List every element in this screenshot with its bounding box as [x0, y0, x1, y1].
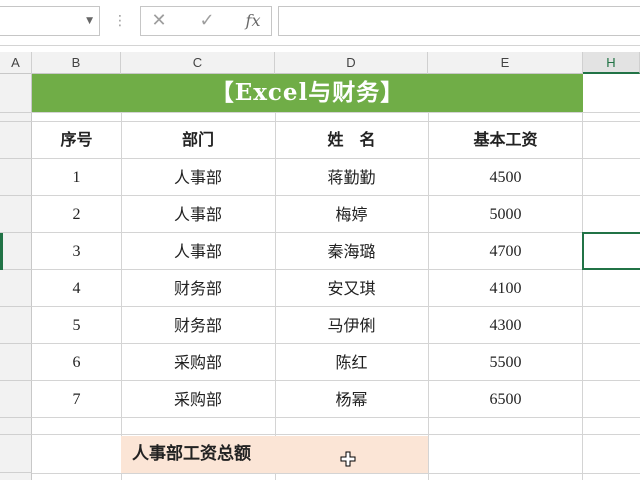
table-cell-salary[interactable]: 4300 [428, 307, 583, 344]
table-cell-department[interactable]: 人事部 [121, 159, 275, 196]
row-divider [0, 472, 32, 473]
header-base-salary[interactable]: 基本工资 [428, 122, 583, 158]
table-cell-index[interactable]: 2 [32, 196, 121, 233]
table-cell-index[interactable]: 7 [32, 381, 121, 418]
row-divider [0, 121, 32, 122]
formula-input[interactable] [278, 6, 640, 36]
selected-row-marker [0, 233, 3, 270]
chevron-down-icon[interactable]: ▼ [86, 16, 93, 26]
table-cell-salary[interactable]: 6500 [428, 381, 583, 418]
table-cell-department[interactable]: 采购部 [121, 344, 275, 381]
row-divider [0, 306, 32, 307]
table-cell-name[interactable]: 马伊俐 [275, 307, 428, 344]
cell-cursor-icon [340, 451, 356, 467]
row-divider [0, 112, 32, 113]
grip-icon[interactable]: ⋮ [113, 8, 127, 34]
enter-icon[interactable]: ✓ [189, 7, 225, 35]
table-cell-index[interactable]: 3 [32, 233, 121, 270]
row-divider [0, 417, 32, 418]
table-cell-salary[interactable]: 4700 [428, 233, 583, 270]
table-cell-salary[interactable]: 5000 [428, 196, 583, 233]
grid-line [32, 434, 640, 435]
grid-line [32, 473, 640, 474]
column-header-h[interactable]: H [583, 52, 640, 74]
title-banner[interactable]: 【Excel与财务】 [32, 74, 583, 112]
active-cell[interactable] [582, 232, 640, 270]
table-cell-name[interactable]: 秦海璐 [275, 233, 428, 270]
name-box[interactable]: ▼ [0, 6, 100, 36]
column-header-bar: A B C D E H [0, 52, 640, 74]
table-cell-index[interactable]: 1 [32, 159, 121, 196]
column-header-c[interactable]: C [121, 52, 275, 74]
table-cell-department[interactable]: 人事部 [121, 233, 275, 270]
row-divider [0, 380, 32, 381]
table-cell-name[interactable]: 陈红 [275, 344, 428, 381]
table-cell-department[interactable]: 人事部 [121, 196, 275, 233]
table-cell-index[interactable]: 5 [32, 307, 121, 344]
table-cell-salary[interactable]: 4500 [428, 159, 583, 196]
column-header-d[interactable]: D [275, 52, 428, 74]
row-divider [0, 195, 32, 196]
header-department[interactable]: 部门 [121, 122, 275, 158]
formula-buttons: ✕ ✓ fx [140, 6, 272, 36]
table-cell-department[interactable]: 财务部 [121, 307, 275, 344]
table-cell-name[interactable]: 梅婷 [275, 196, 428, 233]
row-divider [0, 232, 32, 233]
grid-line [32, 112, 640, 113]
table-cell-name[interactable]: 安又琪 [275, 270, 428, 307]
table-cell-index[interactable]: 4 [32, 270, 121, 307]
column-header-b[interactable]: B [32, 52, 121, 74]
row-divider [0, 343, 32, 344]
table-cell-salary[interactable]: 5500 [428, 344, 583, 381]
table-cell-salary[interactable]: 4100 [428, 270, 583, 307]
table-cell-name[interactable]: 蒋勤勤 [275, 159, 428, 196]
table-cell-index[interactable]: 6 [32, 344, 121, 381]
fx-icon: fx [245, 11, 261, 30]
formula-bar: ▼ ⋮ ✕ ✓ fx [0, 0, 640, 46]
insert-function-button[interactable]: fx [235, 7, 271, 35]
row-divider [0, 434, 32, 435]
header-name[interactable]: 姓 名 [275, 122, 428, 158]
table-cell-name[interactable]: 杨幂 [275, 381, 428, 418]
column-header-a[interactable]: A [0, 52, 32, 74]
row-divider [0, 269, 32, 270]
table-cell-department[interactable]: 采购部 [121, 381, 275, 418]
column-header-e[interactable]: E [428, 52, 583, 74]
table-cell-department[interactable]: 财务部 [121, 270, 275, 307]
row-divider [0, 158, 32, 159]
header-index[interactable]: 序号 [32, 122, 121, 158]
summary-label: 人事部工资总额 [132, 444, 251, 464]
row-header-bar[interactable] [0, 74, 32, 480]
cancel-icon[interactable]: ✕ [141, 7, 177, 35]
